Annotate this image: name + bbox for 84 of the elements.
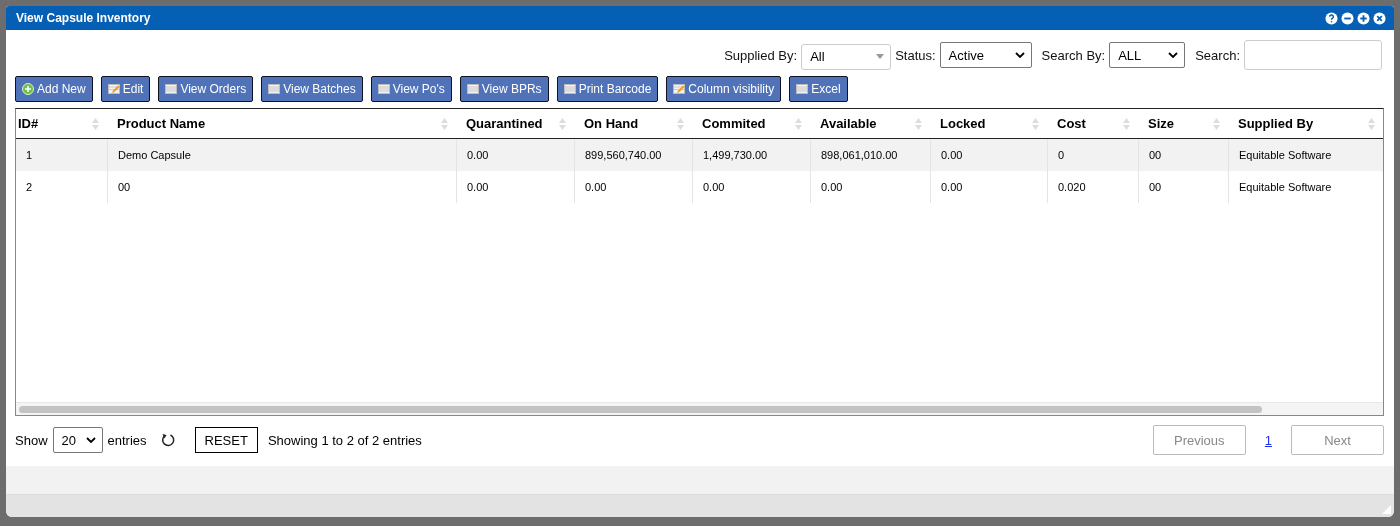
resize-grip-icon[interactable]	[1382, 505, 1391, 514]
table-cell: 0.00	[456, 139, 574, 171]
horizontal-scrollbar[interactable]	[16, 402, 1383, 415]
toolbar-button[interactable]: Column visibility	[666, 76, 782, 102]
window-title: View Capsule Inventory	[16, 11, 152, 25]
pencil-table-icon	[107, 83, 120, 95]
table-cell: 00	[1138, 139, 1228, 171]
close-icon[interactable]	[1373, 11, 1386, 25]
table-cell: Equitable Software	[1228, 139, 1383, 171]
page-link[interactable]: 1	[1264, 432, 1272, 448]
column-header[interactable]: Quarantined	[456, 109, 574, 138]
table-icon	[377, 83, 390, 95]
filter-label: Search:	[1195, 47, 1240, 63]
table-cell: 0.00	[810, 171, 930, 203]
minimize-icon[interactable]	[1341, 11, 1354, 25]
table-cell: 0.00	[456, 171, 574, 203]
table-cell: 0.00	[574, 171, 692, 203]
sort-icon	[92, 116, 99, 131]
sort-icon	[441, 116, 448, 131]
maximize-icon[interactable]	[1357, 11, 1370, 25]
toolbar-button[interactable]: Edit	[100, 76, 151, 102]
caret-icon	[876, 54, 885, 59]
pencil-table-icon	[673, 83, 686, 95]
table-icon	[165, 83, 178, 95]
sort-icon	[677, 116, 684, 131]
filter-label: Status:	[895, 47, 936, 63]
table-cell: 899,560,740.00	[574, 139, 692, 171]
toolbar-button[interactable]: Excel	[789, 76, 848, 102]
plus-icon	[22, 83, 34, 95]
table-cell: 898,061,010.00	[810, 139, 930, 171]
table-cell: 00	[1138, 171, 1228, 203]
table-icon	[563, 83, 576, 95]
sort-icon	[915, 116, 922, 131]
column-header[interactable]: Locked	[930, 109, 1047, 138]
table-cell: Equitable Software	[1228, 171, 1383, 203]
column-header[interactable]: Available	[810, 109, 930, 138]
supplier-dropdown[interactable]: All	[801, 43, 892, 70]
filter-label: Supplied By:	[724, 47, 798, 63]
show-label: Show	[15, 432, 48, 448]
table-cell: Demo Capsule	[107, 139, 456, 171]
column-header[interactable]: Commited	[692, 109, 810, 138]
table-icon	[796, 83, 809, 95]
toolbar-button[interactable]: View Po's	[370, 76, 452, 102]
table-cell: 0.020	[1047, 171, 1138, 203]
sort-icon	[1123, 116, 1130, 131]
toolbar-button[interactable]: Add New	[15, 76, 93, 102]
column-header[interactable]: ID#	[16, 109, 107, 138]
column-header[interactable]: On Hand	[574, 109, 692, 138]
filter-select[interactable]: Active	[939, 42, 1032, 68]
column-header[interactable]: Supplied By	[1228, 109, 1383, 138]
table-cell: 0	[1047, 139, 1138, 171]
chevron-down-icon	[1014, 51, 1025, 59]
sort-icon	[1368, 116, 1375, 131]
sort-icon	[795, 116, 802, 131]
table-cell: 1,499,730.00	[692, 139, 810, 171]
filter-select[interactable]: ALL	[1109, 42, 1186, 68]
toolbar-button[interactable]: View BPRs	[459, 76, 549, 102]
column-header[interactable]: Cost	[1047, 109, 1138, 138]
table-cell: 00	[107, 171, 456, 203]
table-cell: 0.00	[692, 171, 810, 203]
chevron-down-icon	[85, 436, 96, 444]
toolbar-button[interactable]: Print Barcode	[556, 76, 659, 102]
table-cell: 0.00	[930, 171, 1047, 203]
sort-icon	[559, 116, 566, 131]
table-cell-text: 2	[25, 180, 34, 195]
help-icon[interactable]	[1325, 11, 1338, 25]
table-cell: 0.00	[930, 139, 1047, 171]
toolbar-button[interactable]: View Batches	[261, 76, 363, 102]
sort-icon	[1032, 116, 1039, 131]
entries-label: entries	[107, 432, 147, 448]
refresh-icon[interactable]	[159, 432, 176, 448]
search-field[interactable]	[1244, 40, 1382, 70]
table-icon	[466, 83, 479, 95]
chevron-down-icon	[1168, 51, 1179, 59]
column-header[interactable]: Product Name	[107, 109, 456, 138]
table-icon	[268, 83, 281, 95]
table-cell-text: 1	[25, 148, 34, 163]
page-size-select[interactable]: 20	[52, 427, 103, 453]
toolbar-button[interactable]: View Orders	[158, 76, 254, 102]
reset-button[interactable]: RESET	[194, 427, 258, 453]
sort-icon	[1213, 116, 1220, 131]
filter-label: Search By:	[1041, 47, 1106, 63]
column-header[interactable]: Size	[1138, 109, 1228, 138]
entries-info: Showing 1 to 2 of 2 entries	[267, 432, 422, 448]
